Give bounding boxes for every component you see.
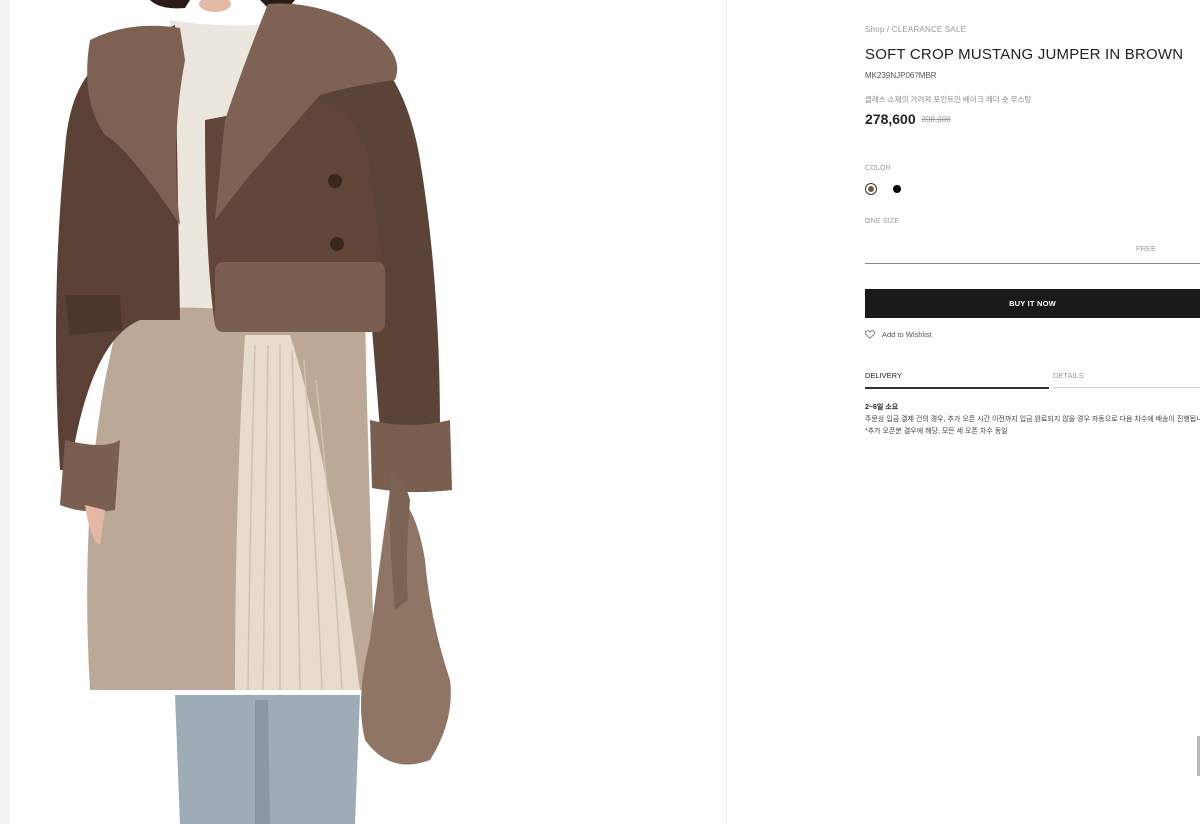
product-description: 클래스 소재의 가려져 포인트인 베이크 레더 숏 무스탕	[865, 95, 1032, 104]
product-code: MK239NJP06?MBR	[865, 71, 937, 80]
swatch-dot	[868, 186, 874, 192]
product-info-panel: Shop / CLEARANCE SALE SOFT CROP MUSTANG …	[865, 0, 1200, 824]
color-swatch-brown[interactable]	[865, 183, 877, 195]
size-value: FREE	[1135, 244, 1156, 253]
color-label: COLOR	[865, 165, 891, 172]
product-image-pane	[10, 0, 726, 824]
tab-delivery[interactable]: DELIVERY	[865, 368, 1049, 389]
sale-price: 278,600	[865, 111, 916, 127]
product-title: SOFT CROP MUSTANG JUMPER IN BROWN	[865, 46, 1184, 63]
buy-now-button[interactable]: BUY IT NOW	[865, 289, 1200, 318]
page: Shop / CLEARANCE SALE SOFT CROP MUSTANG …	[0, 0, 1200, 824]
size-label: ONE SIZE	[865, 218, 900, 225]
original-price: 398,000	[921, 115, 951, 124]
delivery-line-2: *추가 오픈분 결우에 해당, 모든 세 오픈 차수 동일	[865, 428, 1008, 435]
add-to-wishlist-link[interactable]: Add to Wishlist	[865, 330, 932, 339]
info-tabs: DELIVERY DETAILS	[865, 368, 1200, 389]
tab-details[interactable]: DETAILS	[1053, 368, 1200, 388]
size-select[interactable]: FREE	[865, 238, 1200, 264]
pane-divider	[726, 0, 727, 824]
delivery-line-1: 주문상 입금 결제 건의 경우, 추가 오픈 시간 이전까지 입금 완료되지 않…	[865, 416, 1200, 423]
delivery-info: 2~6일 소요 주문상 입금 결제 건의 경우, 추가 오픈 시간 이전까지 입…	[865, 402, 1200, 438]
price: 278,600 398,000	[865, 111, 951, 127]
delivery-lead: 2~6일 소요	[865, 404, 899, 411]
product-photo[interactable]	[10, 0, 726, 824]
heart-icon	[865, 330, 875, 339]
breadcrumb[interactable]: Shop / CLEARANCE SALE	[865, 25, 966, 34]
wishlist-label: Add to Wishlist	[882, 330, 932, 339]
color-swatch-black[interactable]	[893, 185, 901, 193]
